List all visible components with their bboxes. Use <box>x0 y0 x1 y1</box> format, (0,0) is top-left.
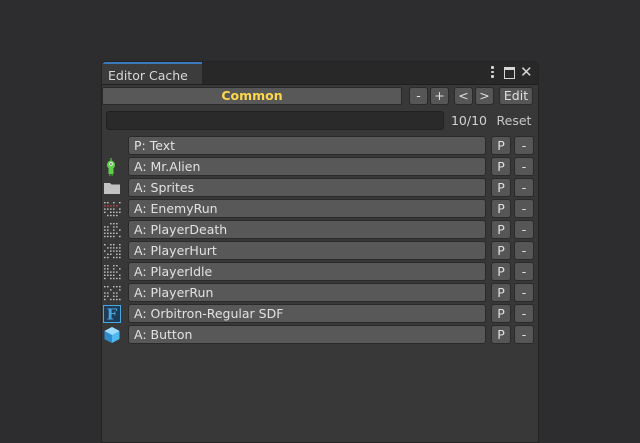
animation-clip-icon <box>103 242 121 260</box>
cache-item-row: A: PlayerDeath P - <box>102 220 538 240</box>
remove-item-button[interactable]: - <box>514 304 534 323</box>
cache-item-row: P: Text P - <box>102 136 538 156</box>
empty-icon-slot <box>103 137 121 155</box>
ping-button[interactable]: P <box>491 325 511 344</box>
cache-item-row: A: EnemyRun P - <box>102 199 538 219</box>
tab-editor-cache[interactable]: Editor Cache <box>102 62 202 84</box>
alien-sprite-icon <box>103 158 121 176</box>
remove-item-button[interactable]: - <box>514 157 534 176</box>
cache-item-button[interactable]: A: PlayerHurt <box>128 241 486 260</box>
remove-item-button[interactable]: - <box>514 325 534 344</box>
cache-item-button[interactable]: A: PlayerRun <box>128 283 486 302</box>
maximize-icon[interactable] <box>503 65 517 79</box>
kebab-menu-icon[interactable] <box>485 65 499 79</box>
remove-item-button[interactable]: - <box>514 136 534 155</box>
font-asset-icon: F <box>103 305 121 324</box>
folder-icon <box>103 179 121 197</box>
item-count: 10/10 <box>450 113 487 128</box>
ping-button[interactable]: P <box>491 199 511 218</box>
cache-item-button[interactable]: A: Orbitron-Regular SDF <box>128 304 486 323</box>
animation-clip-icon <box>103 221 121 239</box>
cache-item-button[interactable]: A: Sprites <box>128 178 486 197</box>
close-icon[interactable]: ✕ <box>520 65 534 80</box>
cache-item-row: A: Button P - <box>102 325 538 345</box>
remove-item-button[interactable]: - <box>514 241 534 260</box>
ping-button[interactable]: P <box>491 283 511 302</box>
animation-clip-icon <box>103 284 121 302</box>
cache-item-row: F A: Orbitron-Regular SDF P - <box>102 304 538 324</box>
cache-item-button[interactable]: P: Text <box>128 136 486 155</box>
cache-item-row: A: PlayerRun P - <box>102 283 538 303</box>
cache-item-row: A: PlayerIdle P - <box>102 262 538 282</box>
cache-item-button[interactable]: A: EnemyRun <box>128 199 486 218</box>
ping-button[interactable]: P <box>491 157 511 176</box>
svg-text:F: F <box>107 306 118 324</box>
ping-button[interactable]: P <box>491 136 511 155</box>
search-input[interactable] <box>106 111 444 130</box>
ping-button[interactable]: P <box>491 241 511 260</box>
previous-group-button[interactable]: < <box>454 87 473 105</box>
cache-item-row: A: PlayerHurt P - <box>102 241 538 261</box>
remove-item-button[interactable]: - <box>514 220 534 239</box>
next-group-button[interactable]: > <box>475 87 494 105</box>
ping-button[interactable]: P <box>491 220 511 239</box>
cache-item-button[interactable]: A: Mr.Alien <box>128 157 486 176</box>
reset-button[interactable]: Reset <box>494 113 534 128</box>
ping-button[interactable]: P <box>491 304 511 323</box>
remove-item-button[interactable]: - <box>514 283 534 302</box>
editor-cache-window: Editor Cache ✕ Common - + < > Edit 10/10… <box>101 61 539 443</box>
remove-item-button[interactable]: - <box>514 199 534 218</box>
ping-button[interactable]: P <box>491 262 511 281</box>
cache-item-row: A: Sprites P - <box>102 178 538 198</box>
cache-item-button[interactable]: A: PlayerIdle <box>128 262 486 281</box>
title-bar: Editor Cache ✕ <box>102 62 538 85</box>
ping-button[interactable]: P <box>491 178 511 197</box>
cache-item-button[interactable]: A: Button <box>128 325 486 344</box>
group-selector[interactable]: Common <box>102 87 402 105</box>
remove-group-button[interactable]: - <box>409 87 428 105</box>
prefab-cube-icon <box>103 326 121 344</box>
animation-clip-icon <box>103 200 121 218</box>
cache-item-row: A: Mr.Alien P - <box>102 157 538 177</box>
add-group-button[interactable]: + <box>430 87 449 105</box>
cache-item-button[interactable]: A: PlayerDeath <box>128 220 486 239</box>
edit-button[interactable]: Edit <box>499 87 533 105</box>
remove-item-button[interactable]: - <box>514 262 534 281</box>
remove-item-button[interactable]: - <box>514 178 534 197</box>
animation-clip-icon <box>103 263 121 281</box>
